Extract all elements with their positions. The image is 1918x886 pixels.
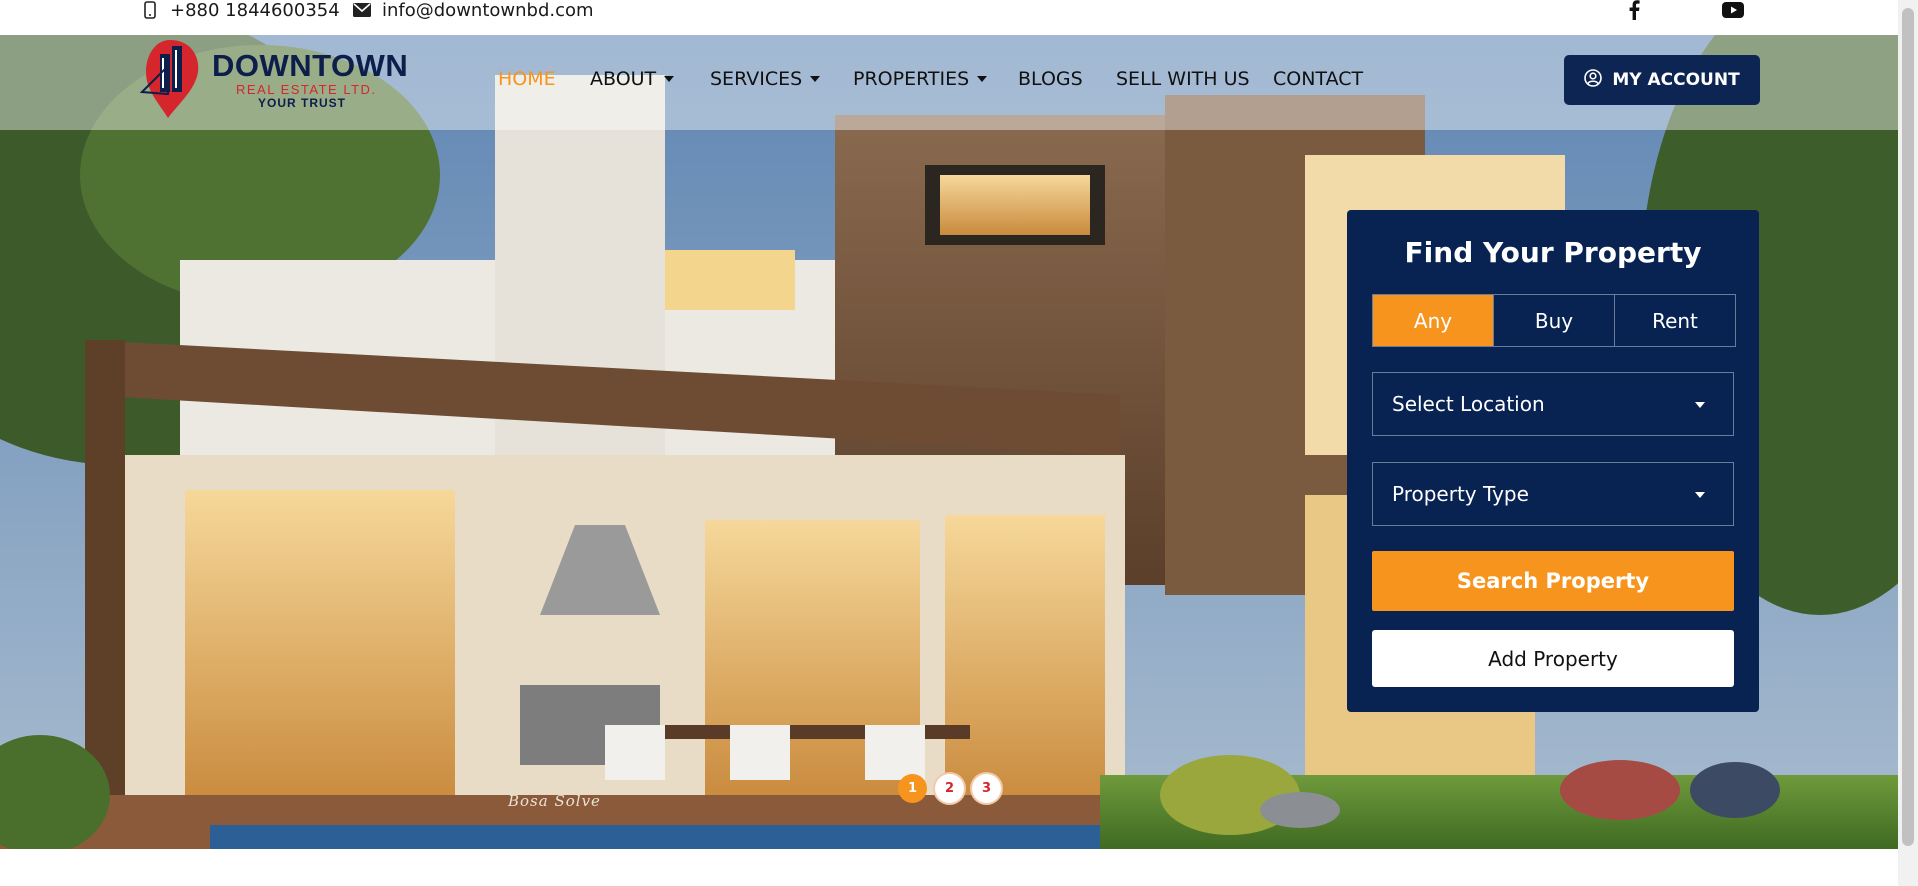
brand-logo[interactable]: DOWNTOWN REAL ESTATE LTD. YOUR TRUST — [140, 36, 408, 120]
tab-buy[interactable]: Buy — [1494, 295, 1615, 346]
chevron-down-icon — [664, 76, 675, 82]
user-circle-icon — [1584, 68, 1603, 92]
brand-subtitle: REAL ESTATE LTD. — [236, 82, 377, 97]
panel-title: Find Your Property — [1404, 236, 1702, 269]
nav-services-label: SERVICES — [710, 68, 803, 90]
brand-name: DOWNTOWN — [212, 48, 409, 83]
youtube-icon[interactable] — [1722, 0, 1744, 21]
tab-rent[interactable]: Rent — [1615, 295, 1735, 346]
nav-about-label: ABOUT — [590, 68, 657, 90]
mobile-phone-icon — [140, 0, 160, 20]
brand-tagline: YOUR TRUST — [258, 96, 346, 110]
image-signature: Bosa Solve — [508, 792, 601, 810]
slider-pagination: 1 2 3 — [898, 774, 1001, 803]
nav-services[interactable]: SERVICES — [710, 68, 821, 90]
phone-number: +880 1844600354 — [170, 0, 340, 21]
slide-dot-2[interactable]: 2 — [935, 774, 964, 803]
my-account-button[interactable]: MY ACCOUNT — [1564, 55, 1760, 105]
top-contact-bar: +880 1844600354 info@downtownbd.com — [0, 0, 1898, 35]
listing-type-tabs: Any Buy Rent — [1372, 294, 1736, 347]
tab-any[interactable]: Any — [1373, 295, 1494, 346]
add-property-button[interactable]: Add Property — [1372, 630, 1734, 687]
nav-about[interactable]: ABOUT — [590, 68, 675, 90]
dropdown-arrow-icon — [1695, 492, 1705, 498]
property-type-select[interactable]: Property Type — [1372, 462, 1734, 526]
location-select-value: Select Location — [1392, 392, 1545, 416]
email-address: info@downtownbd.com — [382, 0, 594, 21]
search-property-button[interactable]: Search Property — [1372, 551, 1734, 611]
nav-contact[interactable]: CONTACT — [1273, 68, 1363, 90]
dropdown-arrow-icon — [1695, 402, 1705, 408]
scrollbar-thumb[interactable] — [1902, 8, 1914, 846]
logo-mark-icon — [140, 40, 199, 118]
nav-sell-with-us[interactable]: SELL WITH US — [1116, 68, 1250, 90]
facebook-icon[interactable] — [1623, 0, 1645, 21]
nav-home[interactable]: HOME — [498, 68, 556, 90]
envelope-icon — [352, 0, 372, 20]
nav-contact-label: CONTACT — [1273, 68, 1364, 90]
nav-properties[interactable]: PROPERTIES — [853, 68, 988, 90]
nav-blogs[interactable]: BLOGS — [1018, 68, 1083, 90]
property-type-select-value: Property Type — [1392, 482, 1529, 506]
location-select[interactable]: Select Location — [1372, 372, 1734, 436]
contact-email[interactable]: info@downtownbd.com — [352, 0, 594, 21]
nav-home-label: HOME — [498, 68, 556, 90]
slide-dot-3[interactable]: 3 — [972, 774, 1001, 803]
chevron-down-icon — [977, 76, 988, 82]
property-search-panel: Find Your Property Any Buy Rent Select L… — [1347, 210, 1759, 712]
nav-blogs-label: BLOGS — [1018, 68, 1083, 90]
page-scrollbar[interactable] — [1898, 0, 1918, 886]
nav-properties-label: PROPERTIES — [853, 68, 970, 90]
nav-sell-label: SELL WITH US — [1116, 68, 1250, 90]
slide-dot-1[interactable]: 1 — [898, 774, 927, 803]
chevron-down-icon — [810, 76, 821, 82]
contact-phone[interactable]: +880 1844600354 — [140, 0, 340, 21]
my-account-label: MY ACCOUNT — [1612, 70, 1740, 90]
